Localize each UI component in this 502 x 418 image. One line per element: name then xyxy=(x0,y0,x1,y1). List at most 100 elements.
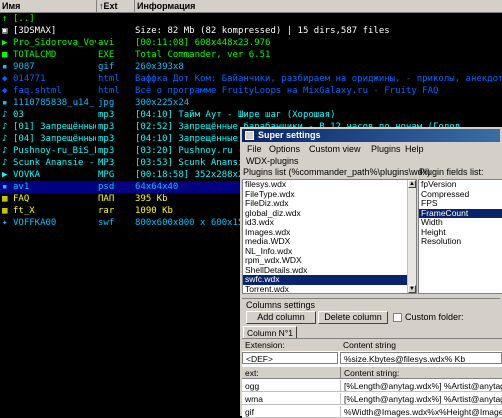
wdx-plugins-group-label: WDX-plugins xyxy=(246,156,299,166)
menu-custom-view[interactable]: Custom view xyxy=(309,143,361,155)
folder-icon: ▣ xyxy=(2,26,8,36)
menu-help[interactable]: Help xyxy=(405,143,424,155)
image-file-icon: ▪ xyxy=(2,98,8,108)
file-ext: avi xyxy=(98,38,115,48)
column-header-bar: Имя ↑Ext Информация xyxy=(0,0,502,13)
delete-column-button[interactable]: Delete column xyxy=(318,311,388,324)
file-row[interactable]: ▶ Pro_Sidorova_Vovu avi [00:11:08] 608x448x… xyxy=(0,37,502,49)
archive-file-icon: ▦ xyxy=(2,194,8,204)
audio-file-icon: ♪ xyxy=(2,146,8,156)
file-info: Всё о программе FruityLoops на MixGalaxy… xyxy=(135,86,439,96)
file-name: VOVKA xyxy=(13,170,41,180)
file-ext: mp3 xyxy=(98,146,115,156)
content-string-label: Content string xyxy=(340,339,502,351)
file-info: Total Commander, ver 6.51 xyxy=(135,50,271,60)
plugins-listbox[interactable]: filesys.wdx FileType.wdx FileDiz.wdx global… xyxy=(242,179,417,294)
default-extension-field[interactable]: <DEF> xyxy=(242,352,338,364)
file-name: ft_X xyxy=(13,206,35,216)
file-row[interactable]: ◆ faq.shtml html Всё о программе FruityLoop… xyxy=(0,85,502,97)
columns-settings-label: Columns settings xyxy=(246,300,316,310)
archive-file-icon: ▦ xyxy=(2,206,8,216)
menu-file[interactable]: File xyxy=(247,143,262,155)
audio-file-icon: ♪ xyxy=(2,158,8,168)
audio-file-icon: ♪ xyxy=(2,134,8,144)
add-column-button[interactable]: Add column xyxy=(246,311,316,324)
video-file-icon: ▶ xyxy=(2,38,8,48)
file-ext: mp3 xyxy=(98,122,115,132)
menu-options[interactable]: Options xyxy=(269,143,300,155)
menu-bar: File Options Custom view Plugins Help xyxy=(242,143,500,155)
file-ext: rar xyxy=(98,206,115,216)
file-row[interactable]: ■ TOTALCMD EXE Total Commander, ver 6.51 xyxy=(0,49,502,61)
extension-label: Extension: xyxy=(242,339,340,351)
file-name: [3DSMAX] xyxy=(13,26,57,36)
tab-column-1[interactable]: Column N°1 xyxy=(243,326,297,338)
file-info: [00:11:08] 608x448x23.976 xyxy=(135,38,271,48)
file-name: 03 xyxy=(13,110,24,120)
file-row[interactable]: ▣ [3DSMAX] Size: 82 Mb (82 kompressed) | 1… xyxy=(0,25,502,37)
default-content-field[interactable]: %size.Kbytes@filesys.wdx% Kb xyxy=(340,352,502,364)
content-cell[interactable]: [%Length@anytag.wdx%] %Artist@anytag.wdx… xyxy=(340,380,502,392)
file-info: [04:10] Тайм Аут - Шире шаг (Хорошая) xyxy=(135,110,336,120)
file-row[interactable]: ◆ 014771 html Ваффка Дот Ком: Байанчики, ра… xyxy=(0,73,502,85)
file-ext: gif xyxy=(98,62,115,72)
file-name: TOTALCMD xyxy=(13,50,57,60)
file-ext: mp3 xyxy=(98,134,115,144)
ext-cell[interactable]: ogg xyxy=(242,380,340,392)
content-cell[interactable]: %Width@Images.wdx%x%Height@Images.wdx%x xyxy=(340,406,502,418)
file-row[interactable]: ▪ 9087 gif 260x393x8 xyxy=(0,61,502,73)
ext-column-header: ext: xyxy=(242,367,340,379)
name-column-header[interactable]: Имя xyxy=(0,0,97,12)
ext-column-header[interactable]: ↑Ext xyxy=(97,0,135,12)
custom-folder-label: Custom folder: xyxy=(405,312,464,322)
plugin-fields-listbox[interactable]: fpVersion Compressed FPS FrameCount Width Hei… xyxy=(418,179,502,294)
scroll-down-icon[interactable]: ▼ xyxy=(408,285,416,293)
video-file-icon: ▶ xyxy=(2,170,8,180)
file-name: Scunk Anansie - La... xyxy=(13,158,96,168)
ext-cell[interactable]: wma xyxy=(242,393,340,405)
menu-plugins[interactable]: Plugins xyxy=(371,143,401,155)
ext-cell[interactable]: gif xyxy=(242,406,340,418)
custom-folder-checkbox[interactable] xyxy=(393,313,402,322)
audio-file-icon: ♪ xyxy=(2,110,8,120)
file-row[interactable]: ♪ 03 mp3 [04:10] Тайм Аут - Шире шаг (Хорош… xyxy=(0,109,502,121)
image-file-icon: ▪ xyxy=(2,182,8,192)
exe-file-icon: ■ xyxy=(2,50,8,60)
content-cell[interactable]: [%Length@anytag.wdx%] %Artist@anytag.wdx… xyxy=(340,393,502,405)
file-ext: jpg xyxy=(98,98,115,108)
file-name: av1 xyxy=(13,182,30,192)
file-info: Ваффка Дот Ком: Байанчики, разбираем на … xyxy=(135,74,502,84)
html-file-icon: ◆ xyxy=(2,86,8,96)
super-settings-dialog: Super settings File Options Custom view … xyxy=(240,127,502,418)
plugin-list-item[interactable]: Torrent.wdx xyxy=(243,284,407,293)
file-name: VOFFKA00 xyxy=(13,218,57,228)
divider xyxy=(242,298,500,299)
flash-file-icon: ✦ xyxy=(2,218,8,228)
audio-file-icon: ♪ xyxy=(2,122,8,132)
dialog-title-bar[interactable]: Super settings xyxy=(242,129,500,142)
file-name: 014771 xyxy=(13,74,46,84)
file-row[interactable]: ↑ [..] xyxy=(0,13,502,25)
file-info: 260x393x8 xyxy=(135,62,184,72)
file-info: 300x225x24 xyxy=(135,98,190,108)
plugin-fields-label: Plugin fields list: xyxy=(419,167,484,177)
file-name: faq.shtml xyxy=(13,86,62,96)
file-ext: swf xyxy=(98,218,115,228)
plugins-scrollbar[interactable]: ▲ ▼ xyxy=(407,180,416,293)
info-column-header[interactable]: Информация xyxy=(135,0,502,12)
file-name: [04] Запрещённые... xyxy=(13,134,96,144)
image-file-icon: ▪ xyxy=(2,62,8,72)
file-ext: html xyxy=(98,74,120,84)
file-name: Pushnoy-ru_BiS_Bu... xyxy=(13,146,96,156)
scroll-up-icon[interactable]: ▲ xyxy=(408,180,416,188)
dialog-title: Super settings xyxy=(258,130,321,140)
up-arrow-icon: ↑ xyxy=(2,14,8,24)
file-name: 1110785838_u14_... xyxy=(13,98,96,108)
file-ext: ПАП xyxy=(98,194,115,204)
file-name: FAQ xyxy=(13,194,30,204)
app-icon xyxy=(245,131,254,140)
file-row[interactable]: ▪ 1110785838_u14_...jpg 300x225x24 xyxy=(0,97,502,109)
plugin-field-item[interactable]: Resolution xyxy=(419,236,502,247)
file-name: Pro_Sidorova_Vovu xyxy=(13,38,96,48)
file-ext: psd xyxy=(98,182,115,192)
